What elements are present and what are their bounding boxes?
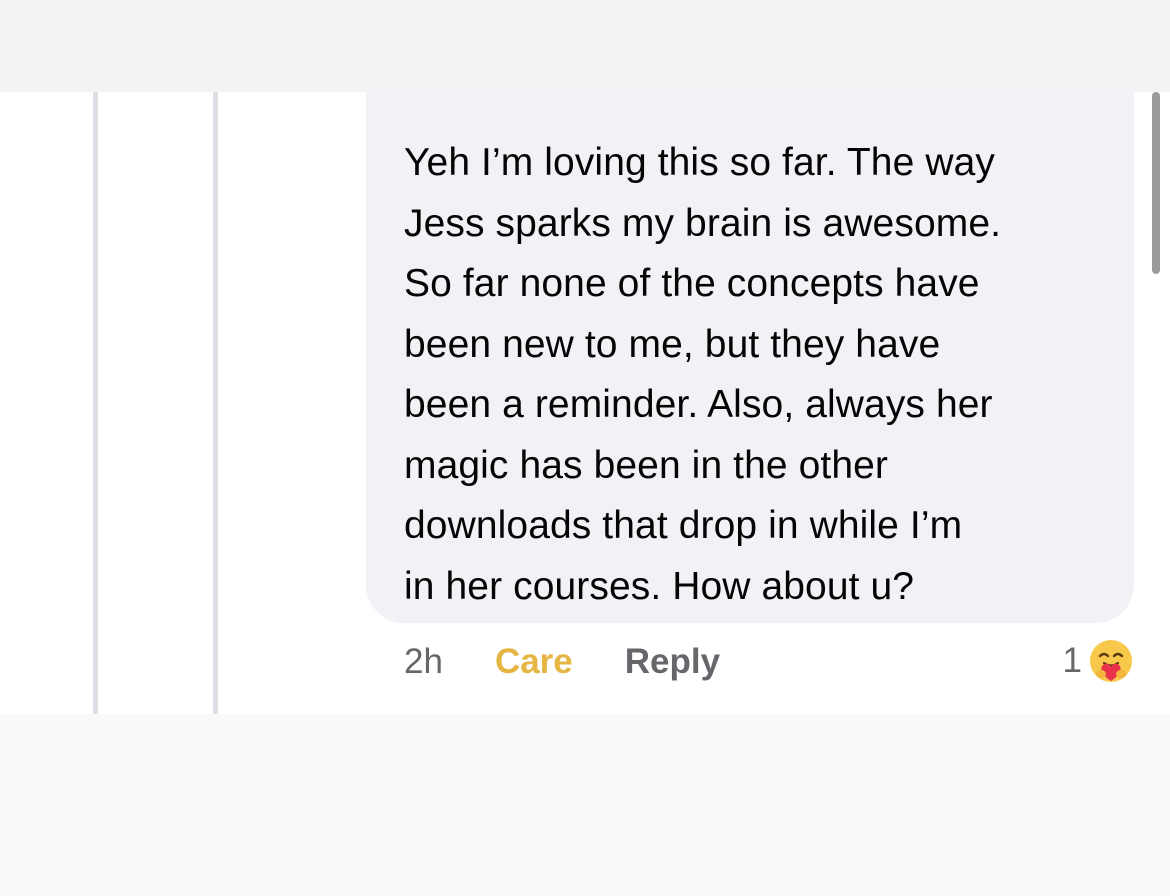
top-band [0,0,1170,92]
care-reaction-button[interactable]: Care [495,642,573,682]
comment-thread: Yeh I’m loving this so far. The way Jess… [0,92,1170,714]
thread-line [93,92,98,714]
comment-text: Yeh I’m loving this so far. The way Jess… [404,141,1002,608]
care-emoji-icon [1087,637,1135,685]
comment-timestamp[interactable]: 2h [404,642,443,682]
reply-button[interactable]: Reply [625,642,720,682]
comment-bubble[interactable]: Yeh I’m loving this so far. The way Jess… [366,92,1134,623]
thread-line-nested [213,92,218,714]
reaction-count: 1 [1062,641,1082,680]
reaction-summary[interactable]: 1 [1063,636,1136,686]
bottom-band [0,714,1170,896]
comment-actions: 2h Care Reply [404,640,720,684]
scrollbar[interactable] [1152,92,1160,274]
